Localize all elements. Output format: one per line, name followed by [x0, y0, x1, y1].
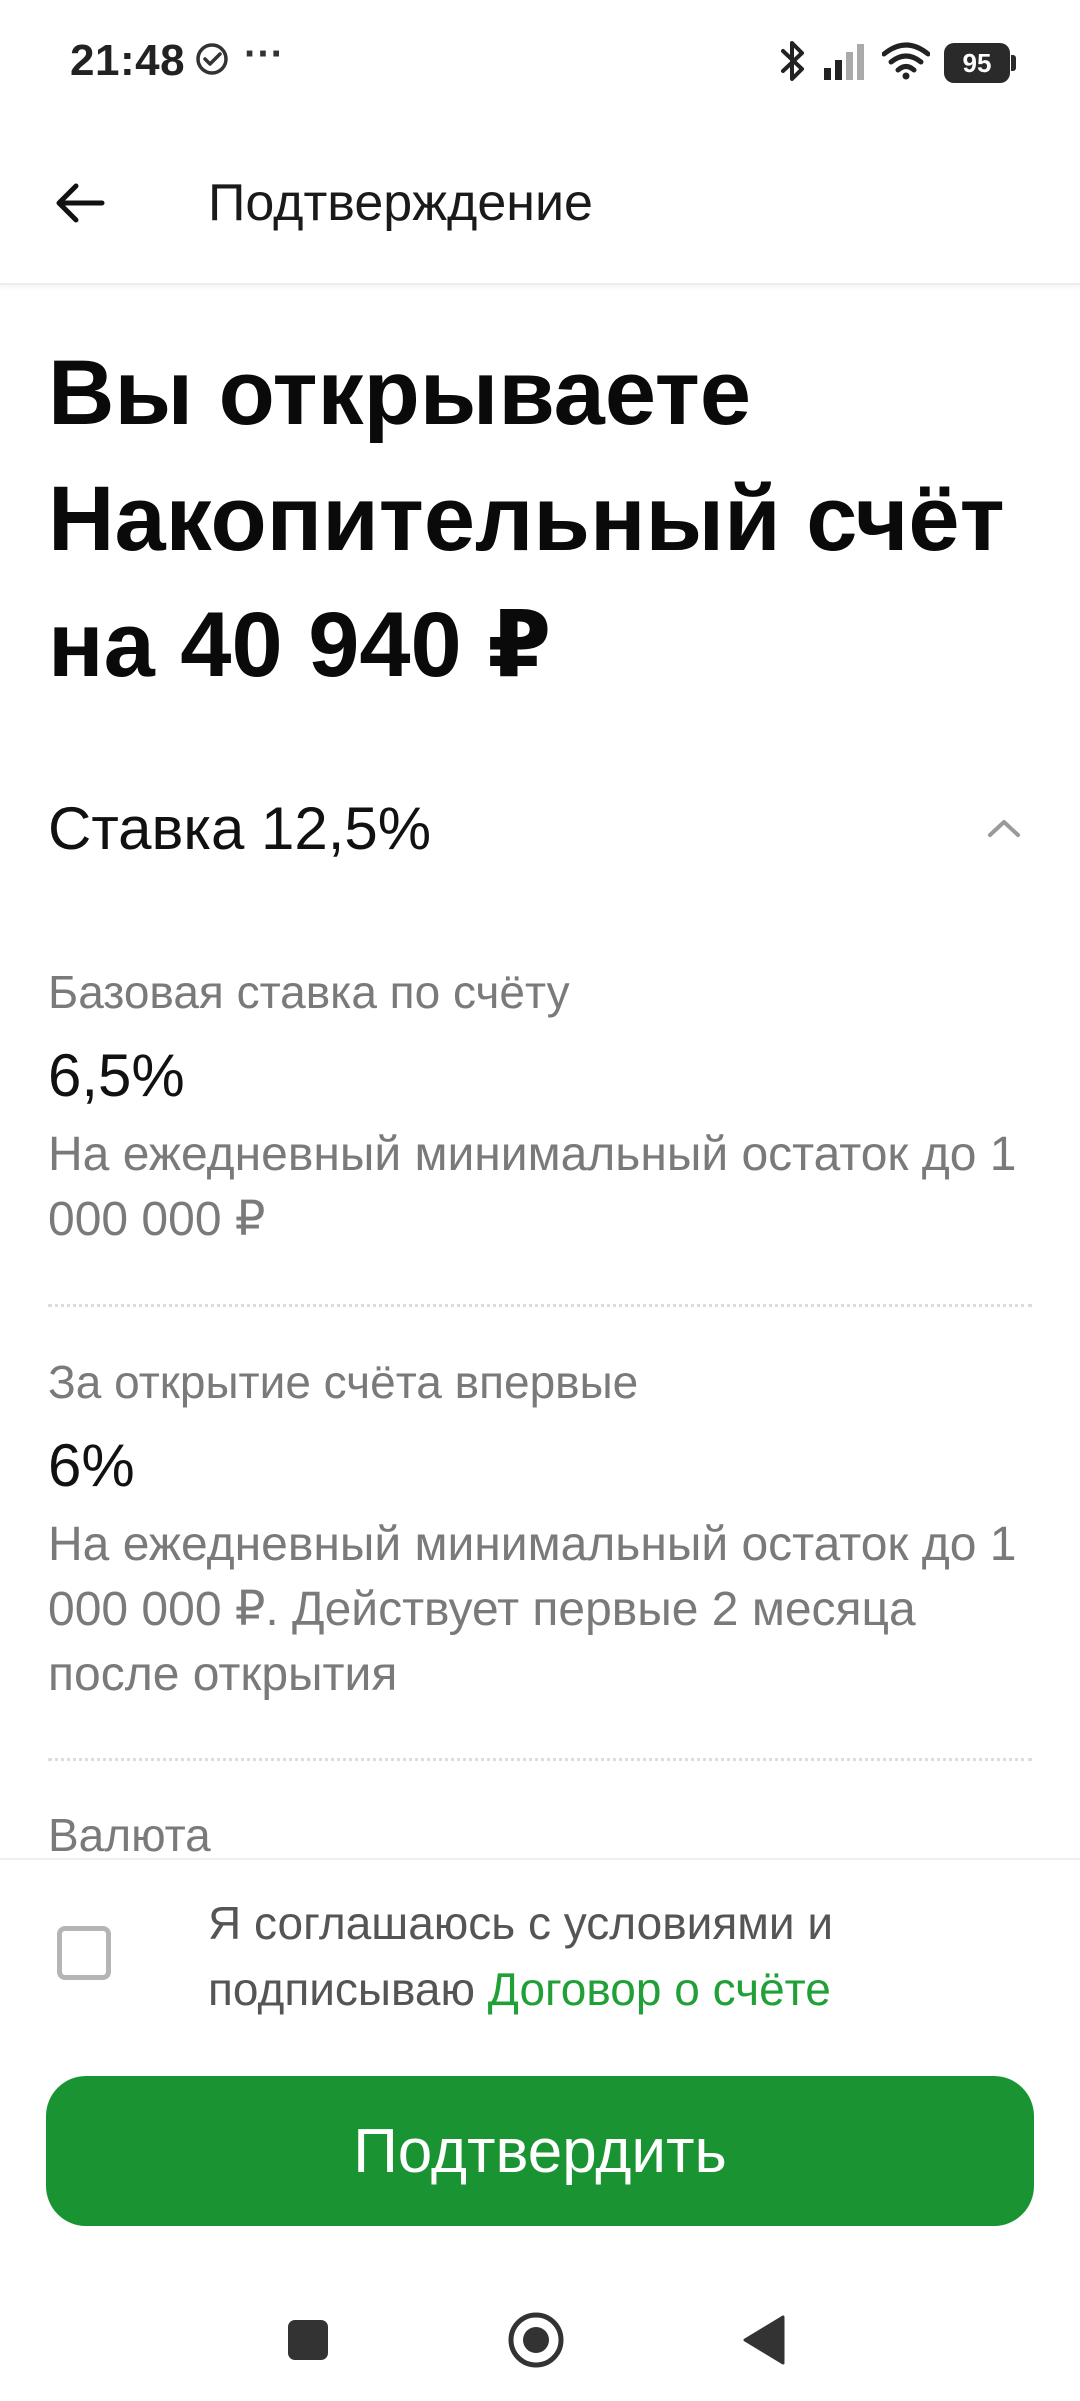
arrow-left-icon	[56, 183, 105, 223]
rate-label: За открытие счёта впервые	[48, 1356, 639, 1408]
status-bar: 21:48 ··· 95	[0, 0, 1080, 125]
chevron-up-icon	[982, 806, 1026, 850]
triangle-back-icon	[743, 2315, 785, 2365]
rate-label: Базовая ставка по счёту	[48, 966, 570, 1018]
rate-item-base: Базовая ставка по счёту 6,5% На ежедневн…	[48, 962, 1032, 1252]
check-circle-icon	[195, 42, 229, 76]
rate-value: 6,5%	[48, 1042, 185, 1109]
agree-text: Я соглашаюсь с условиями и подписываю До…	[208, 1890, 1048, 2022]
bluetooth-icon	[778, 39, 808, 88]
recent-apps-button[interactable]	[268, 2300, 348, 2380]
agree-checkbox[interactable]	[57, 1926, 111, 1980]
more-notifications-icon: ···	[244, 32, 284, 76]
battery-icon: 95	[944, 43, 1016, 83]
confirm-button[interactable]: Подтвердить	[46, 2076, 1034, 2226]
rate-toggle[interactable]: Ставка 12,5%	[48, 788, 1032, 868]
rate-title: Ставка 12,5%	[48, 794, 432, 862]
home-circle-icon	[508, 2312, 564, 2368]
wifi-icon	[881, 42, 931, 85]
rate-item-first-opening: За открытие счёта впервые 6% На ежедневн…	[48, 1352, 1032, 1707]
signal-icon	[822, 42, 868, 85]
rate-description: На ежедневный минимальный остаток до 1 0…	[48, 1128, 1017, 1246]
back-nav-button[interactable]	[724, 2300, 804, 2380]
app-header: Подтверждение	[0, 125, 1080, 285]
contract-link[interactable]: Договор о счёте	[488, 1963, 831, 2015]
square-icon	[288, 2320, 328, 2360]
status-icons: 95	[778, 38, 1016, 88]
currency-label: Валюта	[48, 1809, 211, 1861]
rate-value: 6%	[48, 1432, 135, 1499]
bottom-panel: Я соглашаюсь с условиями и подписываю До…	[0, 1858, 1080, 2280]
back-button[interactable]	[40, 163, 120, 243]
main-heading: Вы открываете Накопительный счёт на 40 9…	[48, 342, 1005, 696]
system-nav-bar	[0, 2278, 1080, 2401]
page-title: Подтверждение	[208, 174, 593, 232]
status-time: 21:48	[70, 36, 186, 85]
divider	[48, 1758, 1032, 1761]
home-button[interactable]	[496, 2300, 576, 2380]
rate-description: На ежедневный минимальный остаток до 1 0…	[48, 1518, 1017, 1701]
divider	[48, 1304, 1032, 1307]
